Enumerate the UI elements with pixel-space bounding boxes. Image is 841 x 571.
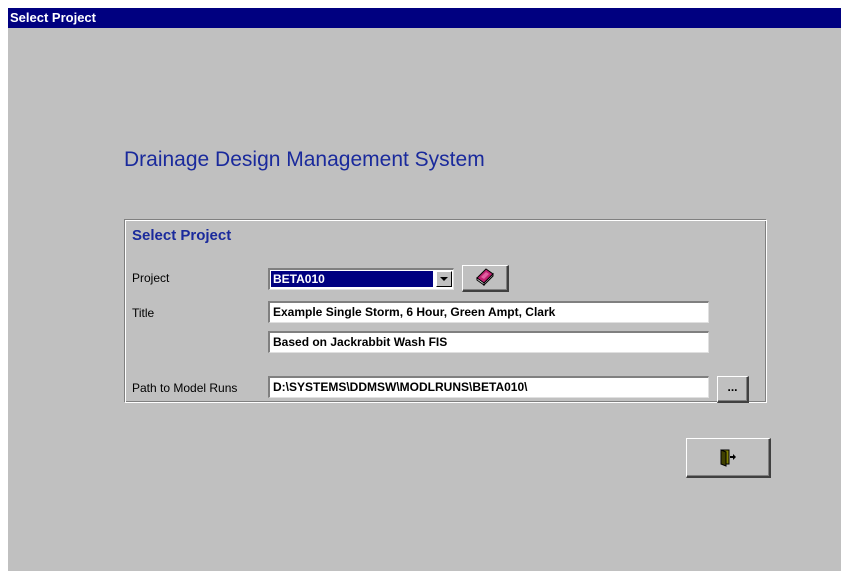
open-project-button[interactable] <box>462 265 509 292</box>
path-field[interactable]: D:\SYSTEMS\DDMSW\MODLRUNS\BETA010\ <box>268 376 709 398</box>
app-heading: Drainage Design Management System <box>124 148 485 171</box>
project-dropdown[interactable]: BETA010 <box>268 268 454 290</box>
title-field-line1[interactable]: Example Single Storm, 6 Hour, Green Ampt… <box>268 301 709 323</box>
exit-button[interactable] <box>686 438 771 478</box>
project-label: Project <box>132 271 170 285</box>
select-project-group: Select Project Project BETA010 Title Exa… <box>124 219 767 403</box>
title-field-line2[interactable]: Based on Jackrabbit Wash FIS <box>268 331 709 353</box>
book-icon <box>474 266 496 291</box>
chevron-down-icon <box>440 277 448 281</box>
browse-button[interactable]: ... <box>717 376 749 403</box>
window-titlebar[interactable]: Select Project <box>8 8 841 28</box>
browse-button-label: ... <box>727 380 738 394</box>
dropdown-button[interactable] <box>436 271 452 287</box>
path-label: Path to Model Runs <box>132 381 238 395</box>
select-project-window: Select Project Drainage Design Managemen… <box>8 8 841 571</box>
title-label: Title <box>132 306 155 320</box>
group-title: Select Project <box>132 227 232 244</box>
window-title: Select Project <box>10 10 96 25</box>
project-selected-value: BETA010 <box>271 271 433 287</box>
exit-door-icon <box>717 447 739 472</box>
